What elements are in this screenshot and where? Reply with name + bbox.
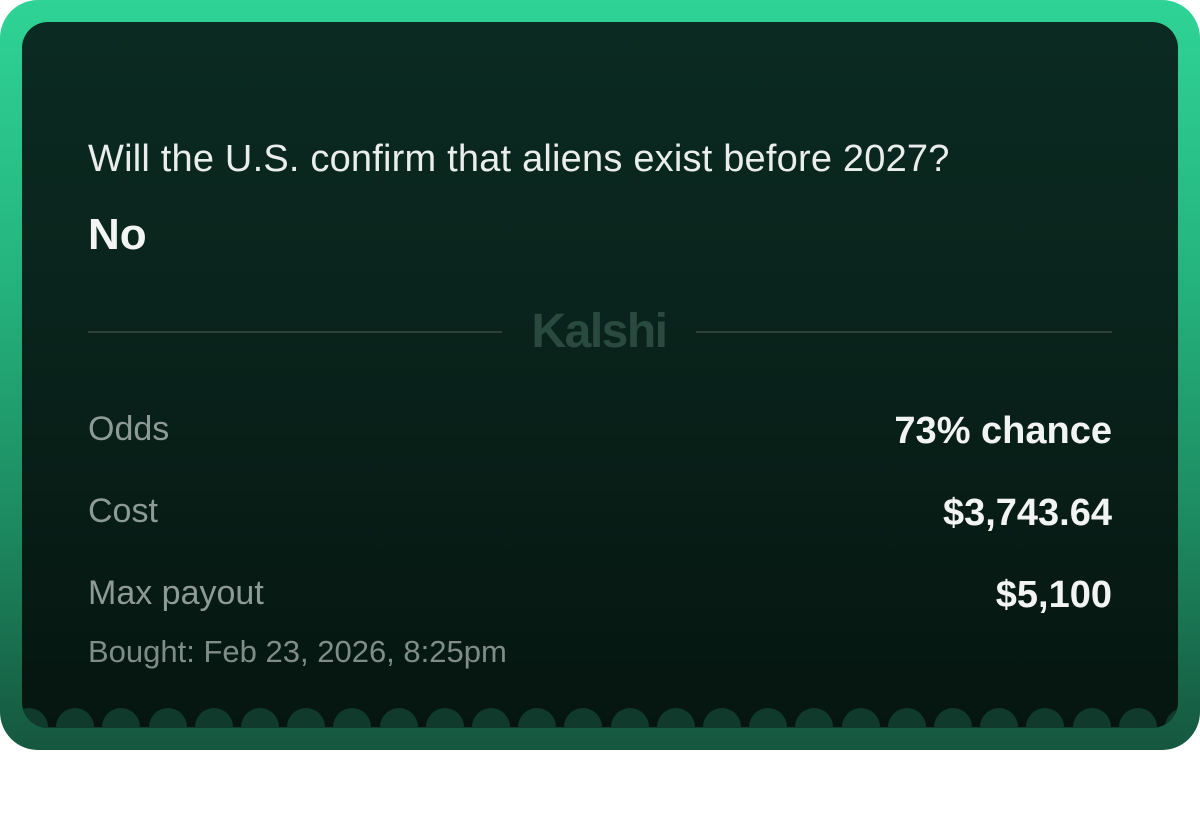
scallop-bump xyxy=(333,708,372,728)
scallop-bump xyxy=(1072,708,1111,728)
scallop-bump xyxy=(425,708,464,728)
scallop-bump xyxy=(22,708,48,728)
scallop-bump xyxy=(379,708,418,728)
max-payout-value: $5,100 xyxy=(995,574,1112,616)
cost-label: Cost xyxy=(88,492,158,530)
market-question: Will the U.S. confirm that aliens exist … xyxy=(88,138,950,180)
scallop-bump xyxy=(610,708,649,728)
scallop-bump xyxy=(102,708,141,728)
purchase-timestamp: Bought: Feb 23, 2026, 8:25pm xyxy=(88,634,507,669)
divider-left xyxy=(88,331,502,333)
ticket-frame: Will the U.S. confirm that aliens exist … xyxy=(0,0,1200,750)
scallop-bump xyxy=(749,708,788,728)
divider-right xyxy=(696,331,1112,333)
scallop-bump xyxy=(1165,708,1178,728)
scallop-bump xyxy=(795,708,834,728)
scallop-bump xyxy=(194,708,233,728)
scalloped-edge xyxy=(22,708,1178,728)
bet-ticket-card: Will the U.S. confirm that aliens exist … xyxy=(22,22,1178,728)
odds-label: Odds xyxy=(88,410,170,448)
scallop-bump xyxy=(518,708,557,728)
scallop-bump xyxy=(241,708,279,728)
scallop-bump xyxy=(148,708,187,728)
scallop-bump xyxy=(1026,708,1065,728)
scallop-bump xyxy=(980,708,1019,728)
cost-value: $3,743.64 xyxy=(942,492,1112,534)
scallop-bump xyxy=(887,708,926,728)
scallop-bump xyxy=(934,708,972,728)
scallop-bump xyxy=(287,708,326,728)
scallop-bump xyxy=(656,708,695,728)
position-outcome: No xyxy=(88,210,147,259)
scallop-bump xyxy=(564,708,603,728)
scallop-bump xyxy=(1118,708,1157,728)
scallop-bump xyxy=(472,708,510,728)
scallop-bump xyxy=(56,708,95,728)
scallop-bump xyxy=(841,708,880,728)
kalshi-logo: Kalshi xyxy=(531,305,668,358)
odds-value: 73% chance xyxy=(894,410,1112,452)
max-payout-label: Max payout xyxy=(88,574,264,612)
scallop-bump xyxy=(703,708,741,728)
